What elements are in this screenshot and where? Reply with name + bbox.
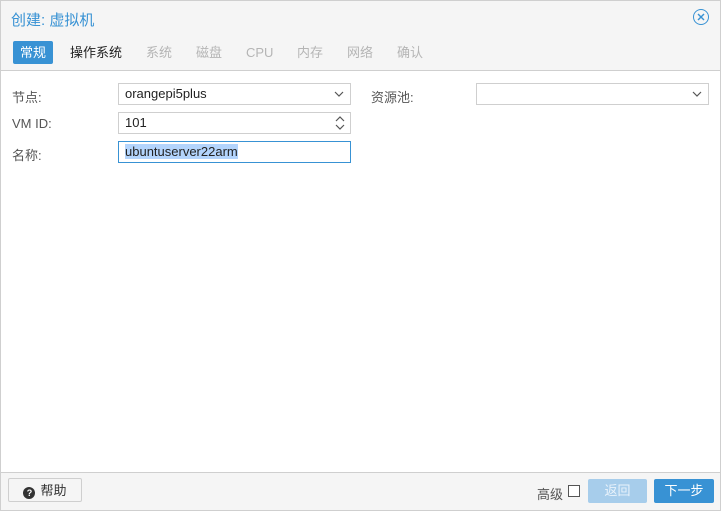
tab-os[interactable]: 操作系统 — [63, 41, 129, 64]
node-select[interactable]: orangepi5plus — [118, 83, 351, 105]
create-vm-dialog: 创建: 虚拟机 常规 操作系统 系统 磁盘 CPU 内存 网络 确认 节点: o… — [0, 0, 721, 511]
question-circle-icon: ? — [23, 487, 36, 499]
chevron-down-icon[interactable] — [692, 89, 702, 99]
close-icon[interactable] — [693, 9, 709, 25]
pool-select[interactable] — [476, 83, 709, 105]
wizard-tabs: 常规 操作系统 系统 磁盘 CPU 内存 网络 确认 — [1, 41, 720, 65]
name-label: 名称: — [12, 148, 42, 163]
dialog-title: 创建: 虚拟机 — [11, 12, 95, 29]
spinner-arrows-icon[interactable] — [335, 114, 345, 132]
tab-system[interactable]: 系统 — [139, 41, 179, 64]
help-button[interactable]: ? 帮助 — [8, 478, 82, 502]
next-button[interactable]: 下一步 — [654, 479, 714, 503]
help-button-label: 帮助 — [40, 483, 67, 498]
node-value: orangepi5plus — [125, 86, 207, 101]
dialog-footer: ? 帮助 高级 返回 下一步 — [1, 472, 720, 510]
vmid-value: 101 — [125, 115, 147, 130]
advanced-label: 高级 — [537, 487, 564, 502]
tab-disks[interactable]: 磁盘 — [189, 41, 229, 64]
vmid-input[interactable]: 101 — [118, 112, 351, 134]
general-form-panel: 节点: orangepi5plus VM ID: 101 名称: ubuntus… — [1, 70, 720, 473]
chevron-down-icon[interactable] — [334, 89, 344, 99]
advanced-checkbox[interactable] — [568, 485, 580, 497]
back-button[interactable]: 返回 — [588, 479, 647, 503]
dialog-titlebar: 创建: 虚拟机 — [1, 1, 720, 35]
node-label: 节点: — [12, 90, 42, 105]
tab-memory[interactable]: 内存 — [290, 41, 330, 64]
name-input[interactable]: ubuntuserver22arm — [118, 141, 351, 163]
tab-general[interactable]: 常规 — [13, 41, 54, 64]
tab-network[interactable]: 网络 — [340, 41, 380, 64]
vmid-label: VM ID: — [12, 116, 52, 131]
pool-label: 资源池: — [371, 90, 414, 105]
tab-cpu[interactable]: CPU — [239, 41, 280, 64]
tab-confirm[interactable]: 确认 — [390, 41, 430, 64]
name-value: ubuntuserver22arm — [125, 144, 238, 159]
